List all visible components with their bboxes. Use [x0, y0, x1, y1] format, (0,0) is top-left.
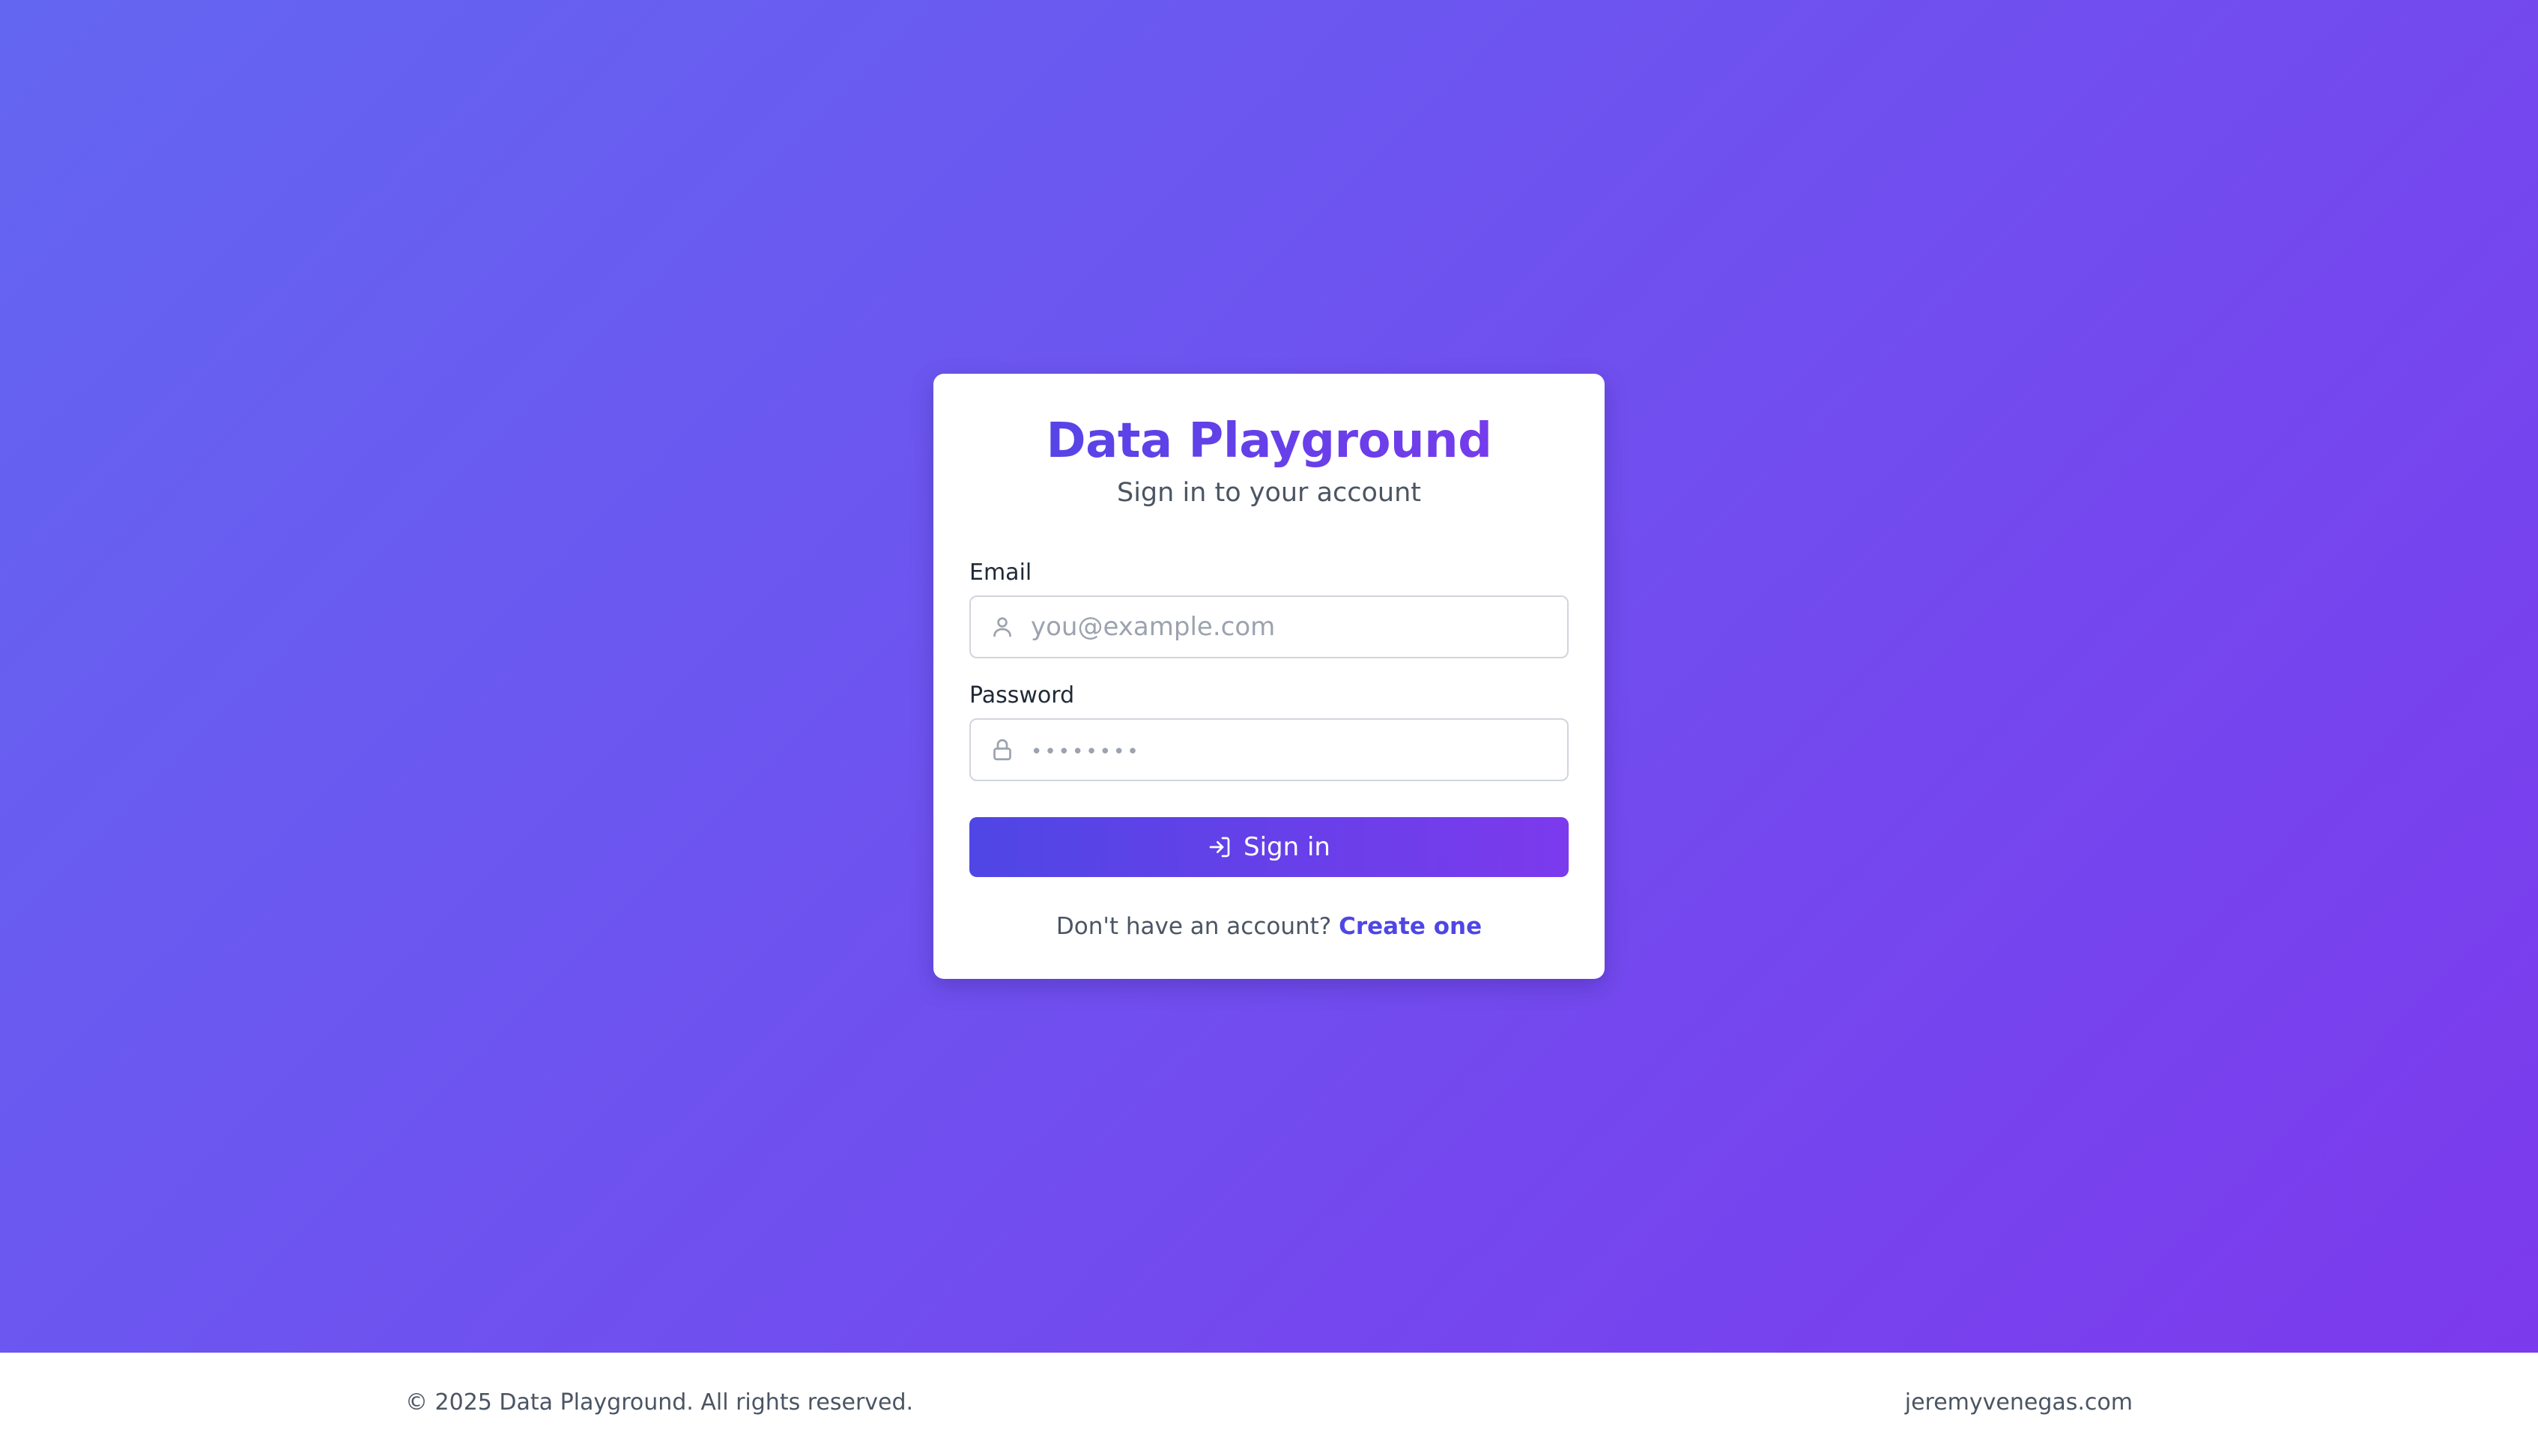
- lock-icon: [993, 738, 1011, 761]
- user-icon: [993, 617, 1011, 637]
- login-subtitle: Sign in to your account: [1116, 478, 1422, 508]
- footer-site-link[interactable]: jeremyvenegas.com: [1905, 1387, 2133, 1419]
- email-input[interactable]: [1031, 597, 1555, 657]
- page-footer: © 2025 Data Playground. All rights reser…: [0, 1353, 2538, 1456]
- password-label: Password: [969, 682, 1075, 709]
- footer-copyright: © 2025 Data Playground. All rights reser…: [405, 1389, 914, 1416]
- app-title: Data Playground: [933, 410, 1605, 473]
- sign-in-button-label: Sign in: [1244, 832, 1330, 862]
- password-field[interactable]: [969, 718, 1569, 781]
- background-hero: Data Playground Sign in to your account …: [0, 0, 2538, 1353]
- sign-in-button[interactable]: Sign in: [969, 817, 1569, 877]
- login-card: Data Playground Sign in to your account …: [933, 374, 1605, 979]
- create-account-link[interactable]: Create one: [1339, 913, 1482, 940]
- signup-prompt-text: Don't have an account?: [1056, 913, 1332, 940]
- email-field[interactable]: [969, 595, 1569, 658]
- password-input[interactable]: [1031, 720, 1555, 780]
- login-icon: [1209, 837, 1230, 858]
- signup-prompt: Don't have an account? Create one: [933, 909, 1605, 944]
- email-label: Email: [969, 559, 1032, 586]
